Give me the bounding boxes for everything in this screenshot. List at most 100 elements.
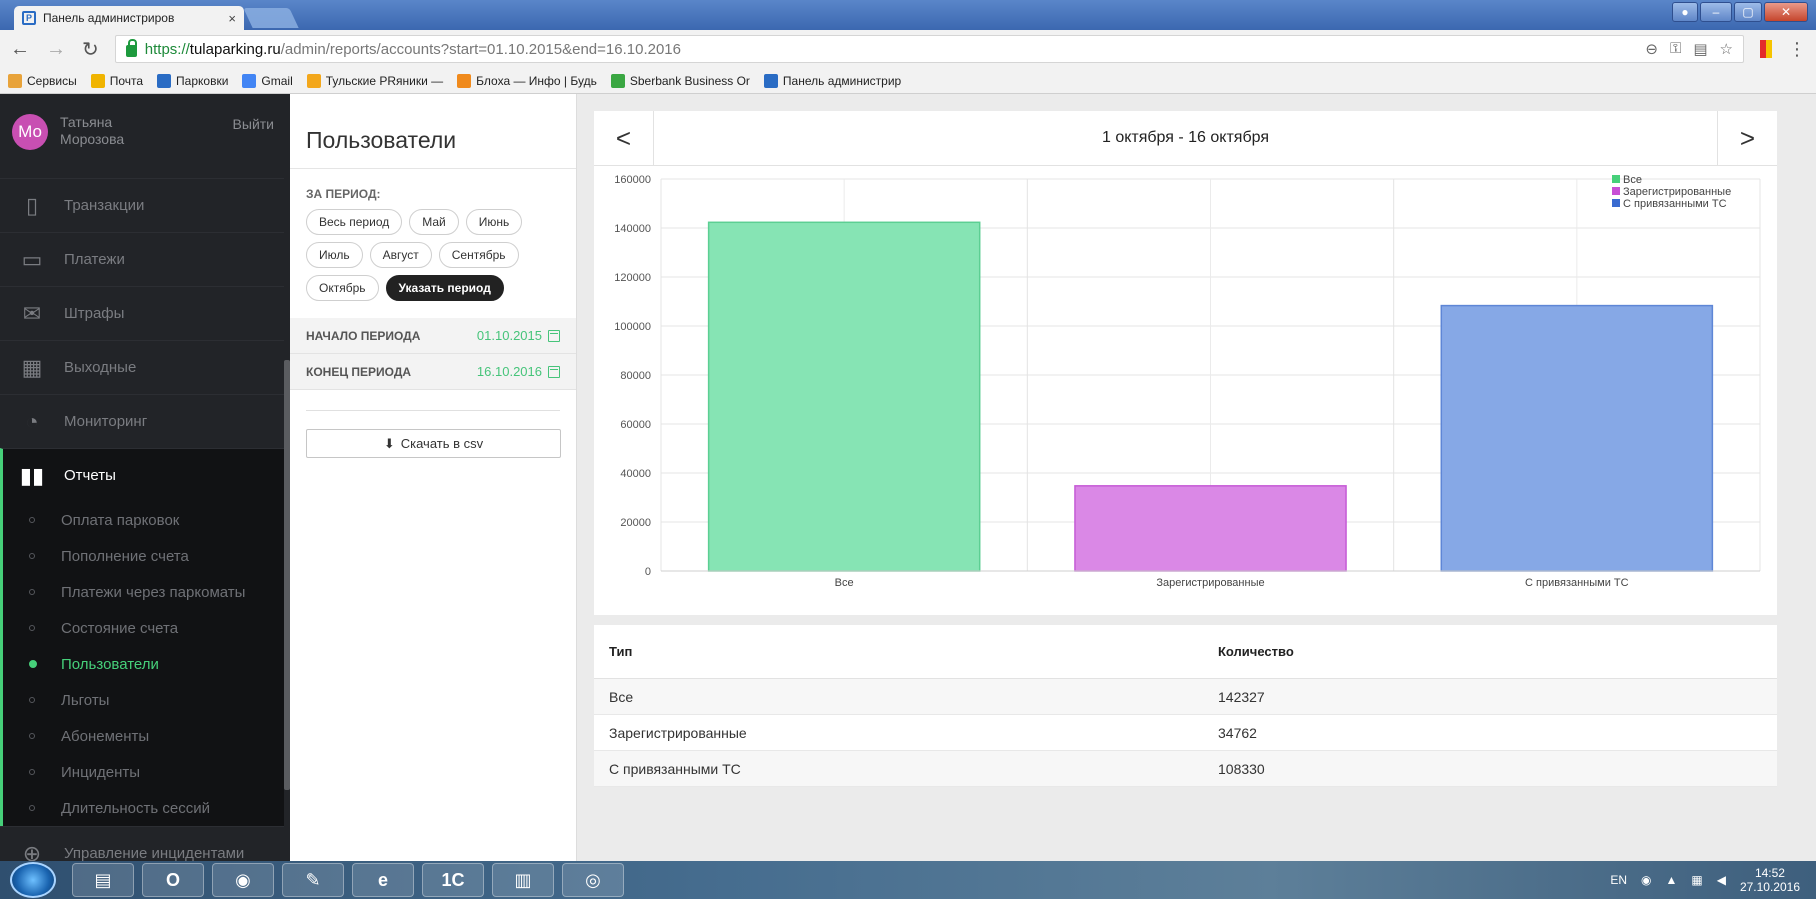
legend-label[interactable]: С привязанными ТС bbox=[1623, 198, 1727, 210]
submenu-item[interactable]: Абонементы bbox=[3, 718, 284, 754]
download-csv-button[interactable]: ⬇ Скачать в csv bbox=[306, 429, 561, 458]
cell-count: 142327 bbox=[1218, 688, 1265, 705]
legend-swatch bbox=[1612, 187, 1620, 195]
period-chip[interactable]: Май bbox=[409, 209, 459, 235]
cell-count: 108330 bbox=[1218, 760, 1265, 777]
url-input[interactable]: https://tulaparking.ru/admin/reports/acc… bbox=[114, 35, 1744, 63]
sidebar-item-label: Платежи bbox=[64, 251, 125, 268]
extension-flag-icon[interactable] bbox=[1760, 40, 1772, 58]
opera-icon[interactable]: O bbox=[142, 863, 204, 897]
sidebar-item[interactable]: ▯ Транзакции bbox=[0, 178, 284, 232]
language-indicator[interactable]: EN bbox=[1610, 873, 1627, 887]
bookmark-item[interactable]: Почта bbox=[90, 73, 144, 88]
start-date-row[interactable]: НАЧАЛО ПЕРИОДА 01.10.2015 bbox=[290, 318, 576, 354]
bookmark-item[interactable]: Тульские PRяники — bbox=[306, 73, 443, 88]
sidebar-item[interactable]: ▦ Выходные bbox=[0, 340, 284, 394]
bookmark-item[interactable]: Парковки bbox=[157, 73, 229, 88]
translate-icon[interactable]: ▤ bbox=[1693, 40, 1707, 58]
notification-icon[interactable]: ◉ bbox=[1641, 873, 1651, 887]
period-chip[interactable]: Август bbox=[369, 242, 432, 268]
volume-icon[interactable]: ◀ bbox=[1717, 873, 1726, 887]
paint-icon[interactable]: ✎ bbox=[282, 863, 344, 897]
winrar-icon[interactable]: ▥ bbox=[492, 863, 554, 897]
submenu-item[interactable]: Пополнение счета bbox=[3, 538, 284, 574]
1c-icon[interactable]: 1С bbox=[422, 863, 484, 897]
key-icon[interactable]: ⚿ bbox=[1670, 40, 1681, 58]
calendar-icon[interactable] bbox=[548, 365, 560, 378]
sidebar-item-label: Отчеты bbox=[64, 467, 116, 484]
users-table: Тип Количество Все 142327 Зарегистрированн… bbox=[594, 625, 1777, 787]
calendar-icon[interactable] bbox=[548, 329, 560, 342]
submenu-item-label: Платежи через паркоматы bbox=[61, 583, 246, 601]
tray-arrow-icon[interactable]: ▲ bbox=[1665, 873, 1677, 887]
submenu-item[interactable]: Льготы bbox=[3, 682, 284, 718]
start-date-value[interactable]: 01.10.2015 bbox=[477, 328, 542, 343]
bookmark-label: Парковки bbox=[176, 73, 229, 88]
minimize-icon[interactable]: ‒ bbox=[1700, 2, 1732, 22]
period-chip[interactable]: Весь период bbox=[306, 209, 403, 235]
header-type: Тип bbox=[609, 644, 633, 659]
legend-label[interactable]: Зарегистрированные bbox=[1623, 186, 1731, 198]
sidebar-item[interactable]: ▮▮ Отчеты bbox=[0, 448, 284, 502]
bullet-icon bbox=[29, 625, 35, 631]
submenu-item[interactable]: Длительность сессий bbox=[3, 790, 284, 826]
sidebar-item-label: Выходные bbox=[64, 359, 137, 376]
reload-icon[interactable]: ↻ bbox=[82, 37, 99, 62]
bullet-icon bbox=[29, 660, 37, 668]
submenu-item[interactable]: Пользователи bbox=[3, 646, 284, 682]
logout-link[interactable]: Выйти bbox=[233, 116, 274, 132]
new-tab-button[interactable] bbox=[243, 8, 299, 28]
maximize-icon[interactable]: ▢ bbox=[1734, 2, 1762, 22]
filter-panel: Пользователи ЗА ПЕРИОД: Весь период Май Ию… bbox=[290, 94, 577, 861]
end-date-row[interactable]: КОНЕЦ ПЕРИОДА 16.10.2016 bbox=[290, 354, 576, 390]
chrome-icon[interactable]: ◉ bbox=[212, 863, 274, 897]
submenu-item[interactable]: Состояние счета bbox=[3, 610, 284, 646]
bookmark-item[interactable]: Панель администрир bbox=[763, 73, 901, 88]
sidebar-item[interactable]: ✉ Штрафы bbox=[0, 286, 284, 340]
divider bbox=[306, 410, 560, 411]
tab-close-icon[interactable]: × bbox=[228, 11, 236, 26]
period-chip[interactable]: Июнь bbox=[465, 209, 523, 235]
bookmark-item[interactable]: Сервисы bbox=[8, 73, 77, 88]
submenu-item[interactable]: Инциденты bbox=[3, 754, 284, 790]
period-chip[interactable]: Указать период bbox=[385, 275, 504, 301]
back-arrow-icon[interactable]: ← bbox=[10, 38, 30, 61]
avatar[interactable]: Мо bbox=[12, 114, 48, 150]
user-profile-icon[interactable]: ● bbox=[1672, 2, 1698, 22]
start-button-icon[interactable] bbox=[10, 862, 56, 898]
sidebar-item[interactable]: ◔ Мониторинг bbox=[0, 394, 284, 448]
bookmark-label: Почта bbox=[109, 73, 144, 88]
bookmark-item[interactable]: Sberbank Business Or bbox=[610, 73, 750, 88]
calendar-icon: ▦ bbox=[21, 354, 43, 380]
folder-icon[interactable]: ▤ bbox=[72, 863, 134, 897]
browser-menu-icon[interactable]: ⋮ bbox=[1788, 39, 1806, 60]
window-close-icon[interactable]: ✕ bbox=[1764, 2, 1808, 22]
bookmark-item[interactable]: Gmail bbox=[242, 73, 293, 88]
legend-label[interactable]: Все bbox=[1623, 174, 1642, 186]
user-block: Мо Татьяна Морозова Выйти bbox=[0, 94, 290, 180]
period-chip[interactable]: Октябрь bbox=[306, 275, 379, 301]
bookmark-item[interactable]: Блоха — Инфо | Будь bbox=[457, 73, 597, 88]
bookmark-star-icon[interactable]: ☆ bbox=[1720, 40, 1733, 58]
y-tick-label: 80000 bbox=[620, 370, 651, 382]
period-chip[interactable]: Сентябрь bbox=[438, 242, 519, 268]
clock[interactable]: 14:52 27.10.2016 bbox=[1740, 866, 1800, 894]
browser-tab[interactable]: P Панель администриров × bbox=[14, 6, 244, 30]
network-icon[interactable]: ▦ bbox=[1691, 873, 1702, 887]
next-period-button[interactable]: > bbox=[1717, 110, 1777, 166]
end-date-value[interactable]: 16.10.2016 bbox=[477, 364, 542, 379]
ie-icon[interactable]: e bbox=[352, 863, 414, 897]
submenu-item-label: Оплата парковок bbox=[61, 511, 180, 529]
submenu-item[interactable]: Платежи через паркоматы bbox=[3, 574, 284, 610]
tab-title: Панель администриров bbox=[43, 11, 175, 25]
prev-period-button[interactable]: < bbox=[594, 110, 654, 166]
forward-arrow-icon[interactable]: → bbox=[46, 38, 66, 61]
period-range-label: 1 октября - 16 октября bbox=[1101, 129, 1270, 146]
submenu-item[interactable]: Оплата парковок bbox=[3, 502, 284, 538]
bookmark-icon bbox=[610, 73, 625, 88]
zoom-icon[interactable]: ⊖ bbox=[1645, 40, 1658, 58]
sidebar-item[interactable]: ▭ Платежи bbox=[0, 232, 284, 286]
download-csv-label: Скачать в csv bbox=[400, 436, 484, 451]
camera-icon[interactable]: ◎ bbox=[562, 863, 624, 897]
period-chip[interactable]: Июль bbox=[306, 242, 363, 268]
